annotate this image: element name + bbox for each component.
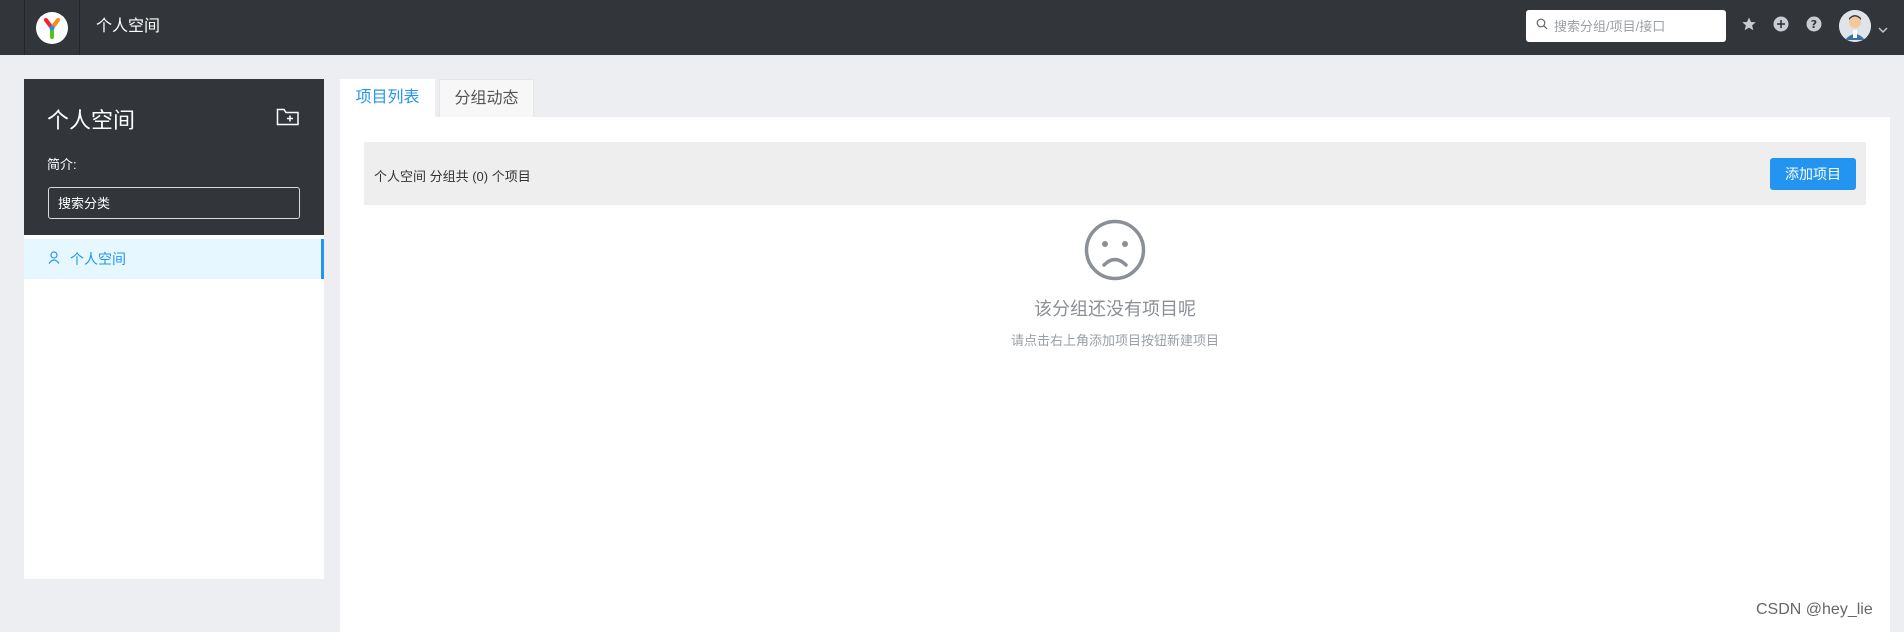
sidebar-item-label: 个人空间 — [70, 251, 126, 267]
group-sidebar: 个人空间 简介: 个人空间 — [24, 79, 324, 579]
tab-project-list[interactable]: 项目列表 — [340, 79, 435, 117]
search-input[interactable] — [1554, 18, 1714, 34]
watermark: CSDN @hey_lie — [1756, 601, 1873, 618]
sidebar-title: 个人空间 — [47, 108, 136, 133]
tab-group-activity[interactable]: 分组动态 — [439, 79, 534, 117]
page-title: 个人空间 — [96, 18, 161, 35]
chevron-down-icon[interactable] — [1878, 21, 1888, 39]
search-icon — [1536, 17, 1548, 35]
top-navbar: 个人空间 ? — [0, 0, 1904, 55]
global-search[interactable] — [1526, 10, 1726, 42]
sidebar-desc-label: 简介: — [47, 157, 77, 172]
yapi-logo[interactable] — [36, 11, 68, 44]
project-toolbar: 个人空间 分组共 (0) 个项目 添加项目 — [364, 142, 1866, 205]
svg-text:?: ? — [1811, 18, 1817, 31]
sidebar-item-personal-space[interactable]: 个人空间 — [24, 239, 324, 279]
project-count-text: 个人空间 分组共 (0) 个项目 — [374, 169, 531, 184]
category-search-input[interactable] — [48, 187, 300, 219]
main-content: 个人空间 分组共 (0) 个项目 添加项目 该分组还没有项目呢 请点击右上角添加… — [340, 117, 1890, 632]
empty-state-title: 该分组还没有项目呢 — [1034, 299, 1196, 319]
avatar[interactable] — [1839, 10, 1871, 42]
empty-state-subtitle: 请点击右上角添加项目按钮新建项目 — [1010, 333, 1219, 348]
add-folder-icon[interactable] — [276, 107, 300, 132]
logo-container[interactable] — [24, 0, 80, 55]
plus-circle-icon[interactable] — [1772, 15, 1790, 33]
sidebar-header: 个人空间 简介: — [24, 79, 324, 235]
frown-icon — [1084, 219, 1146, 286]
star-icon[interactable] — [1740, 15, 1758, 33]
question-circle-icon[interactable]: ? — [1805, 15, 1823, 33]
add-project-button[interactable]: 添加项目 — [1770, 158, 1856, 190]
user-icon — [48, 251, 60, 267]
